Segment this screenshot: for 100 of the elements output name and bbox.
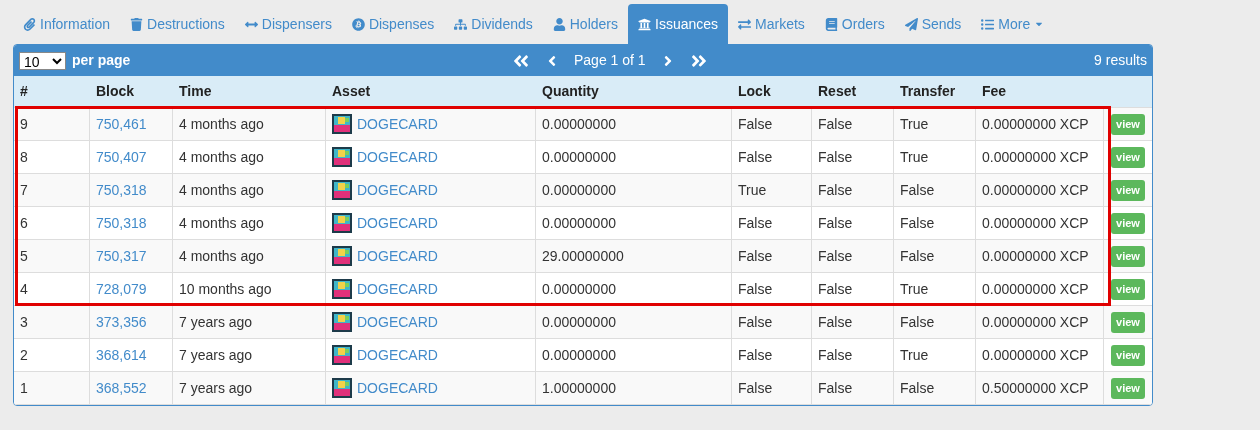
tab[interactable]: More (971, 4, 1055, 44)
table-cell-text: 2 (20, 345, 28, 365)
table-cell-text: 0.50000000 XCP (982, 378, 1089, 398)
results-count: 9 results (1094, 51, 1147, 70)
table-cell-text: False (738, 378, 773, 398)
block-link[interactable]: 750,407 (96, 146, 147, 168)
table-cell-text: True (900, 114, 929, 134)
table-cell-text: 4 months ago (179, 114, 264, 134)
table-cell-text: 0.00000000 XCP (982, 345, 1089, 365)
view-button[interactable]: view (1111, 278, 1145, 300)
block-link[interactable]: 750,318 (96, 212, 147, 234)
block-link[interactable]: 728,079 (96, 278, 147, 300)
asset-link[interactable]: DOGECARD (357, 113, 438, 135)
per-page-select[interactable]: 10 (19, 51, 66, 70)
table-cell-text: False (818, 147, 853, 167)
table-cell-text: False (900, 312, 935, 332)
column-header: Block (96, 83, 135, 99)
block-link[interactable]: 368,552 (96, 377, 147, 399)
asset-link[interactable]: DOGECARD (357, 212, 438, 234)
tab[interactable]: Sends (894, 4, 972, 44)
trash-icon (130, 17, 144, 31)
tab[interactable]: Issuances (628, 4, 729, 44)
tab[interactable]: Holders (542, 4, 628, 44)
view-button[interactable]: view (1111, 311, 1145, 333)
asset-link[interactable]: DOGECARD (357, 245, 438, 267)
view-button[interactable]: view (1111, 344, 1145, 366)
table-cell-text: 4 months ago (179, 213, 264, 233)
table-cell-text: 8 (20, 147, 28, 167)
view-button[interactable]: view (1111, 179, 1145, 201)
page-indicator: Page 1 of 1 (574, 51, 646, 70)
table-cell-text: 9 (20, 114, 28, 134)
view-button[interactable]: view (1111, 245, 1145, 267)
table-cell-text: 4 months ago (179, 180, 264, 200)
tab[interactable]: Dispenses (341, 4, 445, 44)
table-cell-text: False (738, 312, 773, 332)
table-cell-text: 1.00000000 (542, 378, 616, 398)
table-cell-text: 0.00000000 (542, 279, 616, 299)
asset-link[interactable]: DOGECARD (357, 311, 438, 333)
table-cell-text: 0.00000000 XCP (982, 312, 1089, 332)
view-button[interactable]: view (1111, 146, 1145, 168)
asset-thumbnail-icon (332, 147, 352, 167)
view-button[interactable]: view (1111, 212, 1145, 234)
table-cell-text: False (900, 213, 935, 233)
asset-link[interactable]: DOGECARD (357, 146, 438, 168)
asset-link[interactable]: DOGECARD (357, 344, 438, 366)
block-link[interactable]: 750,317 (96, 245, 147, 267)
table-cell-text: 0.00000000 (542, 114, 616, 134)
per-page-label: per page (72, 51, 131, 70)
view-button[interactable]: view (1111, 377, 1145, 399)
table-cell-text: 10 months ago (179, 279, 272, 299)
hierarchy-icon (454, 17, 468, 31)
table-cell-text: 7 years ago (179, 312, 253, 332)
table-cell-text: False (738, 345, 773, 365)
table-cell-text: 0.00000000 (542, 180, 616, 200)
tab[interactable]: Orders (814, 4, 895, 44)
asset-thumbnail-icon (332, 378, 352, 398)
tab[interactable]: Markets (728, 4, 815, 44)
table-cell-text: 0.00000000 XCP (982, 279, 1089, 299)
column-header: Fee (982, 83, 1007, 99)
table-cell-text: False (818, 279, 853, 299)
list-icon (981, 17, 995, 31)
table-cell-text: True (738, 180, 767, 200)
block-link[interactable]: 750,461 (96, 113, 147, 135)
column-header: Reset (818, 83, 857, 99)
table-cell-text: 7 years ago (179, 378, 253, 398)
asset-link[interactable]: DOGECARD (357, 179, 438, 201)
table-cell-text: False (818, 246, 853, 266)
table-cell-text: 3 (20, 312, 28, 332)
view-button[interactable]: view (1111, 113, 1145, 135)
block-link[interactable]: 373,356 (96, 311, 147, 333)
table-cell-text: 5 (20, 246, 28, 266)
tab[interactable]: Destructions (120, 4, 235, 44)
table-cell-text: 0.00000000 (542, 312, 616, 332)
table-cell-text: False (818, 213, 853, 233)
asset-thumbnail-icon (332, 345, 352, 365)
asset-thumbnail-icon (332, 246, 352, 266)
block-link[interactable]: 750,318 (96, 179, 147, 201)
bitcoin-icon (351, 17, 365, 31)
table-cell-text: 0.00000000 XCP (982, 213, 1089, 233)
table-cell-text: False (818, 312, 853, 332)
asset-link[interactable]: DOGECARD (357, 278, 438, 300)
asset-thumbnail-icon (332, 312, 352, 332)
table-cell-text: 6 (20, 213, 28, 233)
table-cell-text: False (738, 246, 773, 266)
table-cell-text: 0.00000000 XCP (982, 180, 1089, 200)
asset-thumbnail-icon (332, 114, 352, 134)
paperclip-icon (23, 17, 36, 31)
table-cell-text: 7 (20, 180, 28, 200)
tab[interactable]: Information (13, 4, 121, 44)
table-cell-text: False (818, 345, 853, 365)
column-header: Transfer (900, 83, 956, 99)
table-cell-text: 4 months ago (179, 147, 264, 167)
bank-icon (638, 17, 651, 31)
asset-link[interactable]: DOGECARD (357, 377, 438, 399)
column-header: Quantity (542, 83, 599, 99)
table-cell-text: 0.00000000 XCP (982, 114, 1089, 134)
tab[interactable]: Dispensers (234, 4, 342, 44)
paper-plane-icon (904, 17, 918, 31)
block-link[interactable]: 368,614 (96, 344, 147, 366)
tab[interactable]: Dividends (444, 4, 543, 44)
